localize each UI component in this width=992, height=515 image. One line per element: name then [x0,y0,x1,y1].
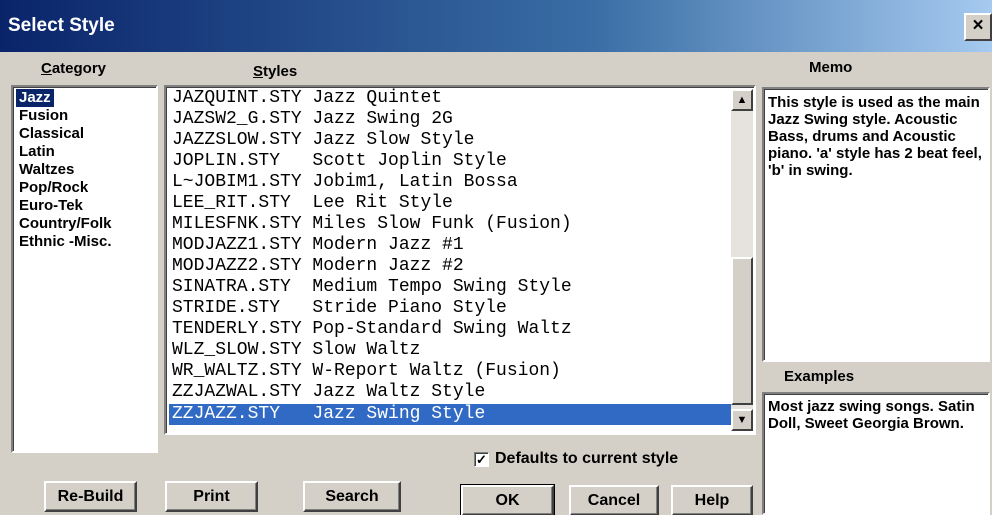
styles-scrollbar[interactable]: ▲ ▼ [731,89,753,431]
style-row[interactable]: WLZ_SLOW.STY Slow Waltz [169,340,732,361]
style-row[interactable]: JAZSW2_G.STY Jazz Swing 2G [169,109,732,130]
memo-box: This style is used as the main Jazz Swin… [762,87,990,362]
category-item-pop-rock[interactable]: Pop/Rock [16,179,91,197]
style-row-selected[interactable]: ZZJAZZ.STY Jazz Swing Style [169,404,732,425]
examples-label: Examples [784,368,855,385]
styles-list[interactable]: JAZQUINT.STY Jazz Quintet JAZSW2_G.STY J… [164,85,756,435]
style-row[interactable]: TENDERLY.STY Pop-Standard Swing Waltz [169,319,732,340]
examples-text: Most jazz swing songs. Satin Doll, Sweet… [768,398,975,432]
examples-box: Most jazz swing songs. Satin Doll, Sweet… [762,392,990,515]
style-row[interactable]: MODJAZZ2.STY Modern Jazz #2 [169,256,732,277]
rebuild-button[interactable]: Re-Build [44,481,137,512]
style-row[interactable]: JAZZSLOW.STY Jazz Slow Style [169,130,732,151]
style-row[interactable]: WR_WALTZ.STY W-Report Waltz (Fusion) [169,361,732,382]
style-row[interactable]: JOPLIN.STY Scott Joplin Style [169,151,732,172]
memo-text: This style is used as the main Jazz Swin… [768,94,982,179]
defaults-checkbox[interactable]: ✓ [474,452,489,467]
category-item-latin[interactable]: Latin [16,143,58,161]
category-item-euro-tek[interactable]: Euro-Tek [16,197,86,215]
style-row[interactable]: STRIDE.STY Stride Piano Style [169,298,732,319]
close-button[interactable]: × [964,13,992,41]
help-button[interactable]: Help [671,485,753,515]
style-row[interactable]: MODJAZZ1.STY Modern Jazz #1 [169,235,732,256]
category-list[interactable]: Jazz Fusion Classical Latin Waltzes Pop/… [11,85,158,453]
memo-label: Memo [809,59,853,76]
ok-button[interactable]: OK [460,484,555,515]
style-row[interactable]: ZZJAZWAL.STY Jazz Waltz Style [169,382,732,403]
scroll-thumb[interactable] [731,257,753,405]
style-row[interactable]: JAZQUINT.STY Jazz Quintet [169,88,732,109]
category-item-waltzes[interactable]: Waltzes [16,161,77,179]
search-button[interactable]: Search [303,481,401,512]
scroll-down-arrow-icon[interactable]: ▼ [731,409,753,431]
category-item-jazz[interactable]: Jazz [16,89,54,107]
category-item-country-folk[interactable]: Country/Folk [16,215,115,233]
defaults-checkbox-label[interactable]: Defaults to current style [495,450,678,468]
styles-label: Styles [253,63,298,80]
category-item-classical[interactable]: Classical [16,125,87,143]
scroll-up-arrow-icon[interactable]: ▲ [731,89,753,111]
category-item-ethnic-misc[interactable]: Ethnic -Misc. [16,233,115,251]
title-bar: Select Style × [0,0,992,52]
cancel-button[interactable]: Cancel [569,485,659,515]
print-button[interactable]: Print [165,481,258,512]
category-item-fusion[interactable]: Fusion [16,107,71,125]
category-label: Category [41,60,107,77]
style-row[interactable]: LEE_RIT.STY Lee Rit Style [169,193,732,214]
style-row[interactable]: MILESFNK.STY Miles Slow Funk (Fusion) [169,214,732,235]
style-row[interactable]: SINATRA.STY Medium Tempo Swing Style [169,277,732,298]
style-row[interactable]: L~JOBIM1.STY Jobim1, Latin Bossa [169,172,732,193]
window-title: Select Style [8,15,115,36]
